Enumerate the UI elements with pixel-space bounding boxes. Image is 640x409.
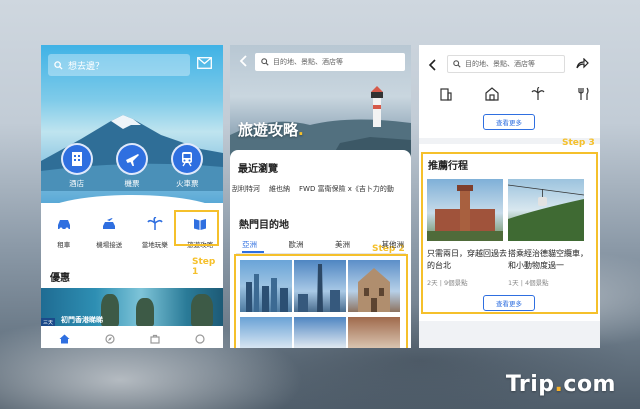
region-tabs: 亞洲 歐洲 美洲 其他洲 xyxy=(242,239,404,250)
trip-meta: 2天 | 9個景點 xyxy=(427,279,468,287)
recent-title: 最近瀏覽 xyxy=(238,164,278,175)
search-bar[interactable]: 目的地、景點、酒店等 xyxy=(255,53,405,71)
bottom-spacer xyxy=(419,321,600,348)
view-more-button[interactable]: 查看更多 xyxy=(483,114,535,130)
share-icon[interactable] xyxy=(576,58,589,69)
mail-icon[interactable] xyxy=(197,57,212,69)
sub-category-local-fun[interactable]: 當地玩樂 xyxy=(133,217,177,249)
trip-meta: 1天 | 4個景點 xyxy=(508,279,549,287)
search-icon xyxy=(453,60,461,68)
recent-item[interactable]: 維也納 xyxy=(269,184,290,194)
guide-title-text: 旅遊攻略 xyxy=(238,121,299,139)
trip-image-taipei[interactable] xyxy=(427,179,503,241)
trip-title[interactable]: 搭乘經治德貓空纜車，和小動物度過一 xyxy=(508,248,588,272)
guide-hero: 目的地、景點、酒店等 旅遊攻略. xyxy=(230,45,411,160)
tour-icon[interactable] xyxy=(531,87,545,101)
bottom-nav xyxy=(41,329,223,348)
destination-more-1[interactable] xyxy=(240,317,292,348)
category-hotel[interactable]: 酒店 xyxy=(52,143,102,189)
guide-title: 旅遊攻略. xyxy=(238,121,304,139)
recommended-trips-title: 推薦行程 xyxy=(428,161,468,172)
sub-category-label: 租車 xyxy=(57,241,71,249)
plane-icon xyxy=(125,154,139,166)
hotel-icon xyxy=(71,152,82,166)
tab-europe[interactable]: 歐洲 xyxy=(289,239,304,250)
search-placeholder: 想去邊？ xyxy=(68,61,105,72)
banner-rock xyxy=(191,294,213,326)
destination-taipei[interactable]: 台北 xyxy=(294,260,346,312)
step-3-label: Step 3 xyxy=(562,138,595,148)
sub-category-car-rental[interactable]: 租車 xyxy=(42,217,86,249)
category-label: 酒店 xyxy=(69,179,85,188)
trips-nav-icon[interactable] xyxy=(150,334,160,344)
city-skyline xyxy=(246,274,288,312)
city-skyline xyxy=(298,264,340,312)
banner-rock xyxy=(136,298,154,326)
trip-image-maokong[interactable] xyxy=(508,179,584,241)
back-icon[interactable] xyxy=(428,59,436,71)
presidential-building xyxy=(427,185,503,241)
tab-others[interactable]: 其他洲 xyxy=(382,239,405,250)
recent-item[interactable]: 刮利特河 xyxy=(232,184,260,194)
sub-category-label: 機場接送 xyxy=(96,241,123,249)
search-placeholder: 目的地、景點、酒店等 xyxy=(465,60,535,68)
back-icon[interactable] xyxy=(239,55,247,67)
car-icon xyxy=(57,220,70,231)
palm-icon xyxy=(147,217,163,230)
brand-suffix: com xyxy=(563,372,616,397)
category-row: 酒店 機票 火車票 xyxy=(41,143,223,189)
home-nav-icon[interactable] xyxy=(59,334,70,344)
destination-screen: 目的地、景點、酒店等 查看更多 Step 3 推薦行程 只需兩日，穿越回過去的台… xyxy=(419,45,600,348)
ruins-facade xyxy=(358,268,390,312)
tab-divider xyxy=(236,253,406,254)
destination-macau[interactable]: 澳門 xyxy=(348,260,400,312)
search-placeholder: 目的地、景點、酒店等 xyxy=(273,58,343,66)
step-1-highlight xyxy=(174,210,219,246)
search-icon xyxy=(54,60,63,70)
sub-category-label: 當地玩樂 xyxy=(141,241,168,249)
view-more-trips-button[interactable]: 查看更多 xyxy=(483,295,535,311)
tab-americas[interactable]: 美洲 xyxy=(335,239,350,250)
category-train[interactable]: 火車票 xyxy=(162,143,212,189)
trip-days: 1天 xyxy=(508,279,519,287)
banner-text: 初門香港睇睇 xyxy=(61,316,103,324)
category-flight[interactable]: 機票 xyxy=(107,143,157,189)
account-nav-icon[interactable] xyxy=(195,333,205,344)
deals-title: 優惠 xyxy=(50,273,70,284)
destination-hong-kong[interactable]: 香港 xyxy=(240,260,292,312)
brand-name: Trip xyxy=(505,372,555,397)
trip-spots: 9個景點 xyxy=(443,279,468,287)
hotel-icon[interactable] xyxy=(439,87,453,101)
airport-car-icon xyxy=(103,218,116,229)
hot-destinations-title: 熱門目的地 xyxy=(239,220,289,231)
trip-days: 2天 xyxy=(427,279,438,287)
deals-banner[interactable]: 三天 初門香港睇睇 xyxy=(41,288,223,326)
quick-icons-row xyxy=(439,87,591,101)
gondola-cable-car xyxy=(508,184,584,241)
home-screen: 想去邊？ 酒店 機票 火車票 租車 機場接送 當地玩樂 旅遊攻略 Step 1 … xyxy=(41,45,223,348)
banner-rock xyxy=(101,294,119,326)
travel-guide-screen: 目的地、景點、酒店等 旅遊攻略. 最近瀏覽 刮利特河 維也納 FWD 富衛保險 … xyxy=(230,45,411,348)
recent-item[interactable]: FWD 富衛保險 x《吉卜力的動 xyxy=(299,184,394,194)
destination-more-2[interactable] xyxy=(294,317,346,348)
trip-title[interactable]: 只需兩日，穿越回過去的台北 xyxy=(427,248,507,272)
search-bar[interactable]: 想去邊？ xyxy=(48,54,190,76)
search-bar[interactable]: 目的地、景點、酒店等 xyxy=(447,55,565,73)
destination-more-3[interactable] xyxy=(348,317,400,348)
train-icon xyxy=(182,152,193,167)
category-label: 機票 xyxy=(124,179,140,188)
step-1-label: Step 1 xyxy=(192,257,216,277)
recent-list: 刮利特河 維也納 FWD 富衛保險 x《吉卜力的動 xyxy=(232,184,394,194)
attraction-icon[interactable] xyxy=(485,87,499,101)
category-label: 火車票 xyxy=(176,179,199,188)
banner-tag: 三天 xyxy=(41,318,56,326)
sub-category-airport-transfer[interactable]: 機場接送 xyxy=(87,217,131,249)
hero-banner: 想去邊？ 酒店 機票 火車票 xyxy=(41,45,223,203)
trip-spots: 4個景點 xyxy=(524,279,549,287)
explore-nav-icon[interactable] xyxy=(105,333,115,344)
food-icon[interactable] xyxy=(577,87,591,101)
search-icon xyxy=(261,58,269,66)
tab-asia[interactable]: 亞洲 xyxy=(242,239,257,250)
trip-com-logo: Trip.com xyxy=(505,372,616,397)
